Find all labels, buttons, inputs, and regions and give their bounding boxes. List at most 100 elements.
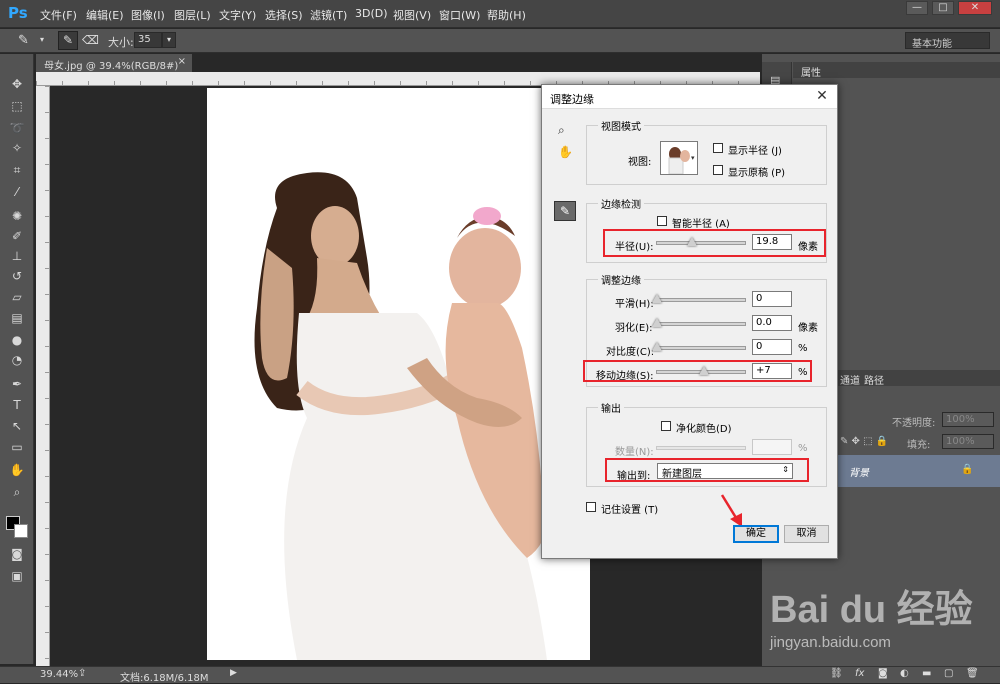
ok-button[interactable]: 确定 [733,525,779,543]
layer-row-background[interactable]: 背景 🔒 [835,455,1000,487]
menu-file[interactable]: 文件(F) [40,7,77,23]
new-layer-icon[interactable]: ▢ [944,668,953,679]
menu-type[interactable]: 文字(Y) [219,7,256,23]
layer-mask-icon[interactable]: ◙ [878,668,888,679]
fill-input[interactable]: 100% [942,434,994,449]
dialog-close-icon[interactable]: ✕ [813,88,831,106]
smooth-slider-thumb[interactable] [652,294,662,303]
mother-daughter-photo [254,172,547,660]
menu-layer[interactable]: 图层(L) [174,7,211,23]
adjustment-layer-icon[interactable]: ◐ [900,668,909,679]
refine-radius-tool-icon[interactable]: ✎ [18,33,29,48]
refine-radius-icon[interactable]: ✎ [58,31,78,50]
status-menu-arrow-icon[interactable]: ▶ [230,668,237,678]
layer-style-icon[interactable]: fx [855,668,864,679]
menu-select[interactable]: 选择(S) [265,7,303,23]
feather-input[interactable]: 0.0 [752,315,792,331]
minimize-icon[interactable]: — [906,1,928,15]
background-color-swatch[interactable] [14,524,28,538]
hand-tool-icon[interactable]: ✋ [558,145,573,159]
amount-input [752,439,792,455]
share-icon[interactable]: ⇪ [78,668,86,679]
refine-radius-tool-icon[interactable]: ✎ [554,201,576,221]
blur-tool-icon[interactable]: ● [8,332,26,348]
shape-tool-icon[interactable]: ▭ [8,439,26,455]
close-icon[interactable]: ✕ [958,1,992,15]
zoom-tool-icon[interactable]: ⌕ [558,123,565,138]
opacity-input[interactable]: 100% [942,412,994,427]
opacity-label: 不透明度: [892,418,936,429]
size-input[interactable]: 35 [134,32,162,48]
feather-slider[interactable] [652,318,746,327]
size-dropdown-icon[interactable]: ▾ [162,32,176,48]
screen-mode-icon[interactable]: ▣ [8,568,26,584]
radius-highlight-box [603,229,826,257]
quick-selection-tool-icon[interactable]: ✧ [8,140,26,156]
smooth-slider[interactable] [652,294,746,303]
tool-preset-dropdown-icon[interactable]: ▾ [40,35,44,44]
history-brush-tool-icon[interactable]: ↺ [8,268,26,284]
tab-channels[interactable]: 通道 [840,372,860,387]
edge-detection-title: 边缘检测 [598,196,644,211]
path-selection-tool-icon[interactable]: ↖ [8,418,26,434]
delete-layer-icon[interactable]: 🗑 [966,668,979,679]
hand-tool-icon[interactable]: ✋ [8,462,26,478]
decontaminate-checkbox[interactable] [661,421,671,431]
zoom-level[interactable]: 39.44% [40,669,78,680]
menu-view[interactable]: 视图(V) [393,7,431,23]
dodge-tool-icon[interactable]: ◔ [8,352,26,368]
view-mode-title: 视图模式 [598,118,644,133]
layer-name[interactable]: 背景 [849,464,869,479]
pen-tool-icon[interactable]: ✒ [8,376,26,392]
feather-label: 羽化(E): [615,323,653,334]
contrast-label: 对比度(C): [606,347,655,358]
quick-mask-icon[interactable]: ◙ [8,546,26,562]
properties-panel-header: 属性 [793,62,1000,79]
erase-refinements-icon[interactable]: ⌫ [82,33,99,47]
marquee-tool-icon[interactable]: ⬚ [8,98,26,114]
workspace-select[interactable]: 基本功能 [905,32,990,50]
show-radius-checkbox[interactable] [713,143,723,153]
lock-icons[interactable]: ✎ ✥ ⬚ 🔒 [840,436,888,447]
eyedropper-tool-icon[interactable]: ⁄ [8,184,26,200]
feather-slider-thumb[interactable] [652,318,662,327]
crop-tool-icon[interactable]: ⌗ [8,162,26,178]
tab-paths[interactable]: 路径 [864,372,884,387]
menu-filter[interactable]: 滤镜(T) [310,7,347,23]
document-tab-close-icon[interactable]: × [178,56,186,67]
menu-3d[interactable]: 3D(D) [355,7,388,20]
smooth-input[interactable]: 0 [752,291,792,307]
output-to-highlight-box [605,458,809,482]
document-tab[interactable]: 母女.jpg @ 39.4%(RGB/8#) × [36,54,192,72]
menu-window[interactable]: 窗口(W) [439,7,480,23]
lasso-tool-icon[interactable]: ➰ [8,120,26,136]
watermark-brand: Bai du 经验 [770,589,973,631]
type-tool-icon[interactable]: T [8,397,26,413]
brush-tool-icon[interactable]: ✐ [8,228,26,244]
link-layers-icon[interactable]: ⛓ [830,668,843,679]
remember-settings-checkbox[interactable] [586,502,596,512]
healing-brush-tool-icon[interactable]: ✺ [8,208,26,224]
contrast-slider[interactable] [652,342,746,351]
dialog-titlebar: 调整边缘 [542,85,837,109]
maximize-icon[interactable]: □ [932,1,954,15]
eraser-tool-icon[interactable]: ▱ [8,289,26,305]
cancel-button[interactable]: 取消 [784,525,829,543]
menu-help[interactable]: 帮助(H) [487,7,526,23]
zoom-tool-icon[interactable]: ⌕ [8,484,26,500]
clone-stamp-tool-icon[interactable]: ⊥ [8,248,26,264]
menu-edit[interactable]: 编辑(E) [86,7,124,23]
contrast-input[interactable]: 0 [752,339,792,355]
gradient-tool-icon[interactable]: ▤ [8,310,26,326]
menu-image[interactable]: 图像(I) [131,7,165,23]
feather-unit: 像素 [798,323,818,334]
view-dropdown-icon[interactable]: ▾ [691,154,695,162]
move-tool-icon[interactable]: ✥ [8,76,26,92]
new-group-icon[interactable]: ▬ [922,668,931,679]
contrast-slider-thumb[interactable] [652,342,662,351]
document-image[interactable] [207,88,590,660]
properties-panel-title[interactable]: 属性 [801,64,821,79]
show-original-checkbox[interactable] [713,165,723,175]
smart-radius-checkbox[interactable] [657,216,667,226]
view-thumbnail[interactable]: ▾ [660,141,698,175]
